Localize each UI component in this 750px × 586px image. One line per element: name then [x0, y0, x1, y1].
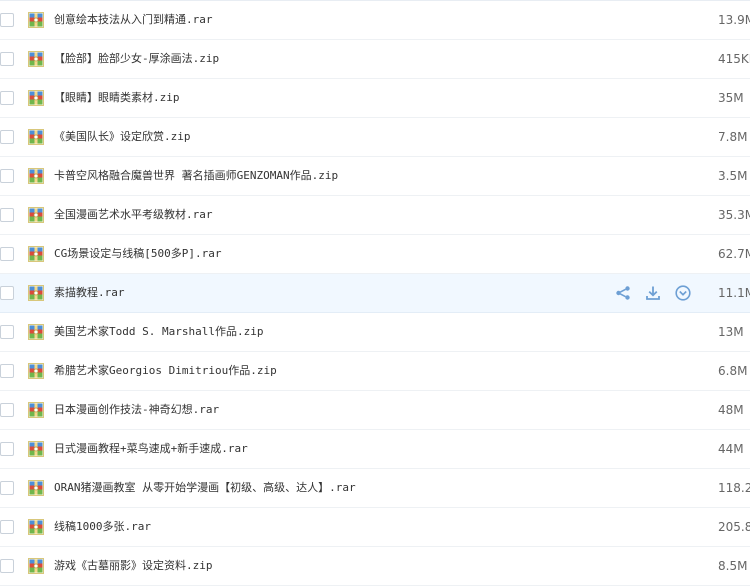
row-checkbox[interactable] [0, 364, 14, 378]
file-name[interactable]: 《美国队长》设定欣赏.zip [54, 128, 594, 146]
archive-icon [28, 363, 44, 379]
file-name[interactable]: CG场景设定与线稿[500多P].rar [54, 245, 594, 263]
archive-icon [28, 168, 44, 184]
file-name[interactable]: 卡普空风格融合魔兽世界 著名插画师GENZOMAN作品.zip [54, 167, 594, 185]
file-name[interactable]: 美国艺术家Todd S. Marshall作品.zip [54, 323, 594, 341]
file-name[interactable]: 【脸部】脸部少女-厚涂画法.zip [54, 50, 594, 68]
file-row-12[interactable]: ORAN猪漫画教室 从零开始学漫画【初级、高级、达人】.rar 118.2 [0, 469, 750, 508]
file-name[interactable]: 线稿1000多张.rar [54, 518, 594, 536]
file-row-14[interactable]: 游戏《古墓丽影》设定资料.zip 8.5M [0, 547, 750, 586]
share-icon[interactable] [614, 284, 632, 302]
file-size: 35.3M [718, 208, 750, 222]
row-checkbox[interactable] [0, 403, 14, 417]
file-size: 415KB [718, 52, 750, 66]
file-row-9[interactable]: 希腊艺术家Georgios Dimitriou作品.zip 6.8M [0, 352, 750, 391]
file-name[interactable]: 日式漫画教程+菜鸟速成+新手速成.rar [54, 440, 594, 458]
file-size: 35M [718, 91, 744, 105]
row-checkbox[interactable] [0, 91, 14, 105]
file-row-4[interactable]: 卡普空风格融合魔兽世界 著名插画师GENZOMAN作品.zip 3.5M [0, 157, 750, 196]
file-size: 8.5M [718, 559, 748, 573]
archive-icon [28, 402, 44, 418]
file-name[interactable]: 日本漫画创作技法-神奇幻想.rar [54, 401, 594, 419]
chevron-down-circle-icon[interactable] [674, 284, 692, 302]
archive-icon [28, 441, 44, 457]
file-row-1[interactable]: 【脸部】脸部少女-厚涂画法.zip 415KB [0, 40, 750, 79]
row-checkbox[interactable] [0, 247, 14, 261]
row-checkbox[interactable] [0, 520, 14, 534]
row-checkbox[interactable] [0, 169, 14, 183]
file-row-11[interactable]: 日式漫画教程+菜鸟速成+新手速成.rar 44M [0, 430, 750, 469]
file-name[interactable]: 希腊艺术家Georgios Dimitriou作品.zip [54, 362, 594, 380]
archive-icon [28, 480, 44, 496]
file-row-10[interactable]: 日本漫画创作技法-神奇幻想.rar 48M [0, 391, 750, 430]
file-list: 创意绘本技法从入门到精通.rar 13.9M 【脸部】脸部少女-厚涂画法.zip… [0, 1, 750, 586]
row-checkbox[interactable] [0, 481, 14, 495]
archive-icon [28, 129, 44, 145]
file-size: 48M [718, 403, 744, 417]
file-row-0[interactable]: 创意绘本技法从入门到精通.rar 13.9M [0, 1, 750, 40]
file-row-5[interactable]: 全国漫画艺术水平考级教材.rar 35.3M [0, 196, 750, 235]
file-row-7[interactable]: 素描教程.rar 11.1M [0, 274, 750, 313]
file-name[interactable]: 素描教程.rar [54, 284, 594, 302]
file-size: 13.9M [718, 13, 750, 27]
file-name[interactable]: 【眼睛】眼睛类素材.zip [54, 89, 594, 107]
file-name[interactable]: 创意绘本技法从入门到精通.rar [54, 11, 594, 29]
file-size: 3.5M [718, 169, 748, 183]
row-checkbox[interactable] [0, 52, 14, 66]
archive-icon [28, 324, 44, 340]
file-size: 62.7M [718, 247, 750, 261]
row-checkbox[interactable] [0, 13, 14, 27]
archive-icon [28, 285, 44, 301]
file-row-3[interactable]: 《美国队长》设定欣赏.zip 7.8M [0, 118, 750, 157]
file-name[interactable]: ORAN猪漫画教室 从零开始学漫画【初级、高级、达人】.rar [54, 479, 594, 497]
archive-icon [28, 246, 44, 262]
file-row-8[interactable]: 美国艺术家Todd S. Marshall作品.zip 13M [0, 313, 750, 352]
archive-icon [28, 207, 44, 223]
file-name[interactable]: 全国漫画艺术水平考级教材.rar [54, 206, 594, 224]
archive-icon [28, 90, 44, 106]
file-name[interactable]: 游戏《古墓丽影》设定资料.zip [54, 557, 594, 575]
row-checkbox[interactable] [0, 286, 14, 300]
row-checkbox[interactable] [0, 559, 14, 573]
row-checkbox[interactable] [0, 442, 14, 456]
file-size: 44M [718, 442, 744, 456]
file-row-2[interactable]: 【眼睛】眼睛类素材.zip 35M [0, 79, 750, 118]
file-size: 6.8M [718, 364, 748, 378]
download-icon[interactable] [644, 284, 662, 302]
row-checkbox[interactable] [0, 208, 14, 222]
file-size: 118.2 [718, 481, 750, 495]
file-size: 7.8M [718, 130, 748, 144]
row-checkbox[interactable] [0, 130, 14, 144]
file-size: 11.1M [718, 286, 750, 300]
row-checkbox[interactable] [0, 325, 14, 339]
archive-icon [28, 12, 44, 28]
archive-icon [28, 558, 44, 574]
archive-icon [28, 519, 44, 535]
row-actions [612, 284, 698, 302]
file-size: 205.8 [718, 520, 750, 534]
file-row-6[interactable]: CG场景设定与线稿[500多P].rar 62.7M [0, 235, 750, 274]
file-row-13[interactable]: 线稿1000多张.rar 205.8 [0, 508, 750, 547]
archive-icon [28, 51, 44, 67]
file-size: 13M [718, 325, 744, 339]
